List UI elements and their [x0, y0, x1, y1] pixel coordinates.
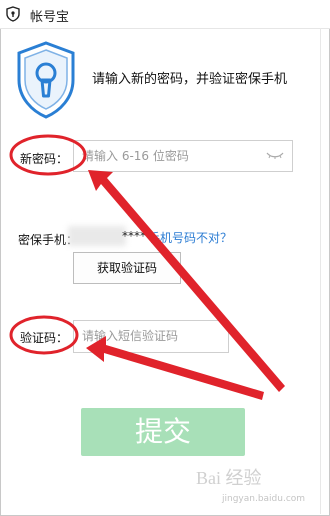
get-code-button[interactable]: 获取验证码 — [73, 252, 181, 284]
watermark-logo: Bai 经验 — [196, 468, 262, 488]
new-password-placeholder: 请输入 6-16 位密码 — [82, 149, 189, 163]
sms-code-label: 验证码： — [20, 331, 69, 345]
sms-code-placeholder: 请输入短信验证码 — [82, 329, 179, 343]
window-right-divider — [320, 28, 321, 514]
shield-lock-icon — [17, 41, 75, 119]
phone-number-blurred — [68, 226, 126, 246]
wrong-phone-link[interactable]: 手机号码不对？ — [148, 229, 232, 246]
window-title: 帐号宝 — [30, 10, 70, 25]
eye-closed-icon[interactable] — [266, 151, 284, 159]
sms-code-input[interactable]: 请输入短信验证码 — [73, 320, 229, 353]
page-headline: 请输入新的密码，并验证密保手机 — [92, 72, 288, 87]
window-shield-icon — [6, 6, 20, 22]
submit-button[interactable]: 提交 — [81, 408, 245, 456]
title-bar: 帐号宝 — [0, 0, 330, 29]
new-password-input[interactable]: 请输入 6-16 位密码 — [73, 140, 293, 172]
watermark-url: jingyan.baidu.com — [222, 494, 306, 504]
new-password-label: 新密码： — [20, 152, 69, 166]
